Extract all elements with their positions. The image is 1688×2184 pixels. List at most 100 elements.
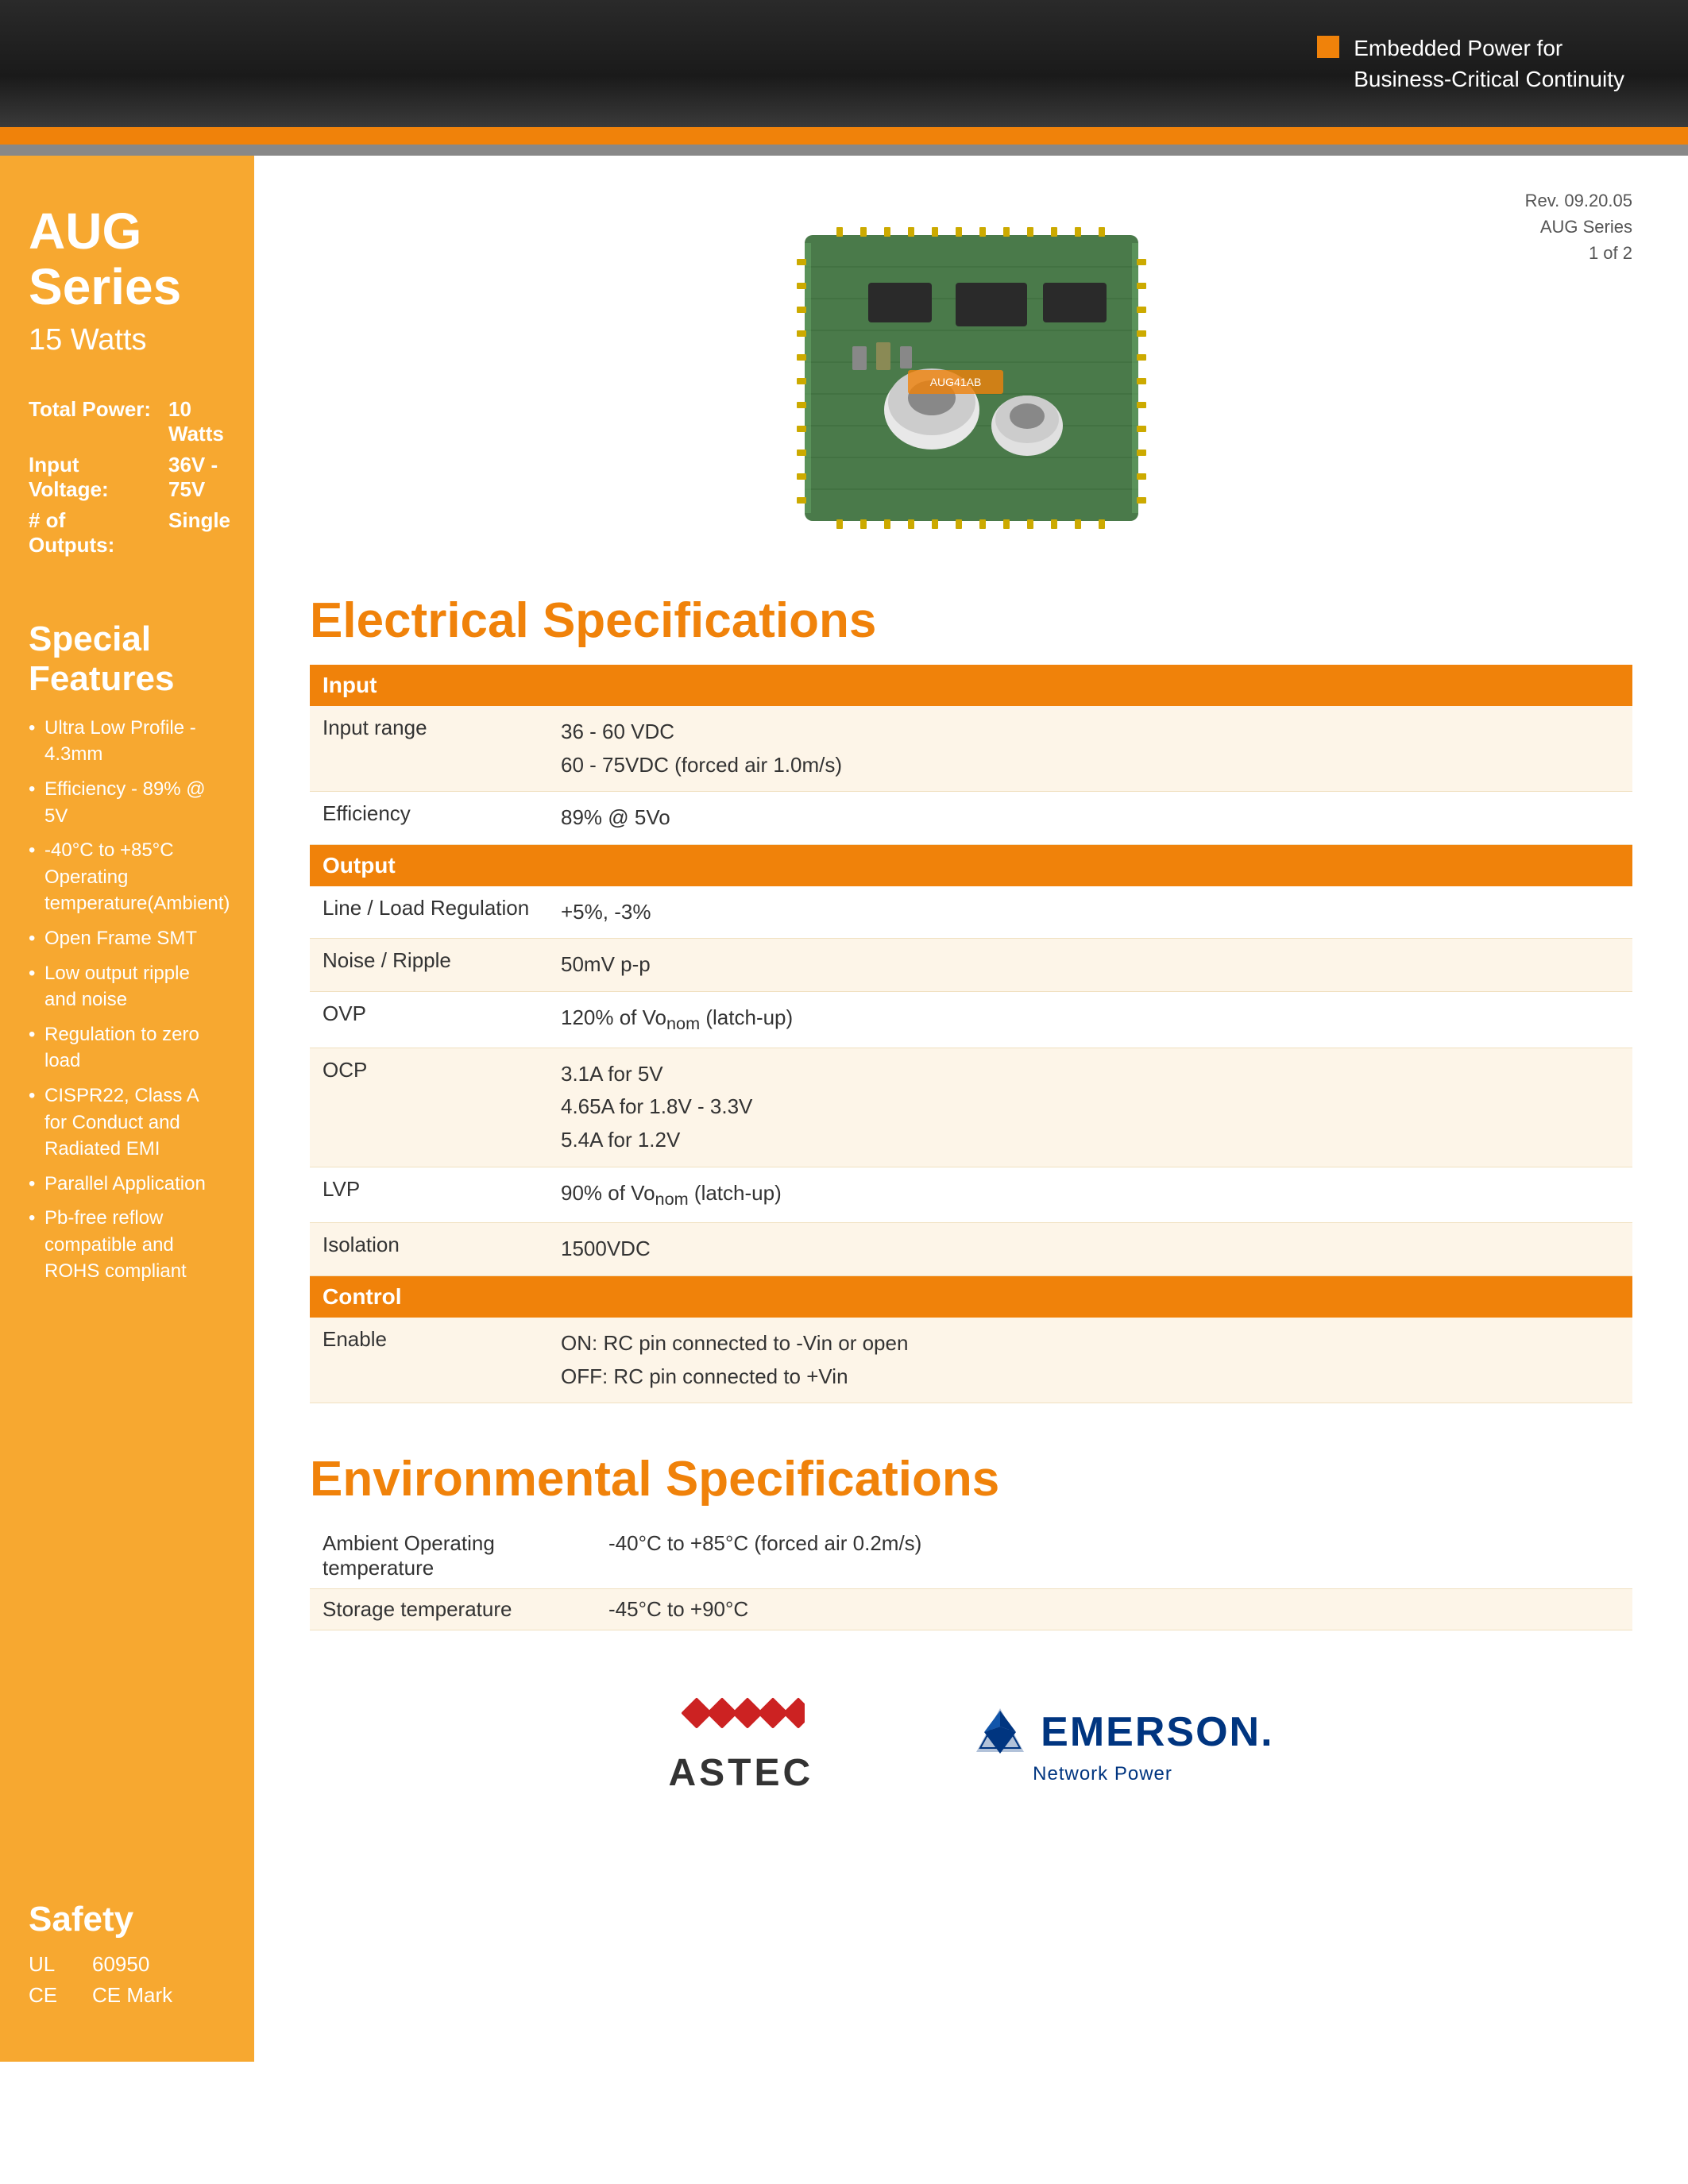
- pcb-image: AUG41AB: [773, 219, 1170, 537]
- features-list: Ultra Low Profile - 4.3mm Efficiency - 8…: [29, 715, 226, 1293]
- header-badge-text: Embedded Power for Business-Critical Con…: [1354, 33, 1624, 95]
- noise-ripple-value: 50mV p-p: [548, 939, 1632, 992]
- emerson-text: EMERSON.: [1041, 1708, 1273, 1756]
- input-header-row: Input: [310, 665, 1632, 706]
- sidebar-title: AUG Series: [29, 203, 226, 315]
- input-range-value: 36 - 60 VDC60 - 75VDC (forced air 1.0m/s…: [548, 706, 1632, 792]
- safety-label-ul: UL: [29, 1952, 68, 1977]
- sidebar-subtitle: 15 Watts: [29, 323, 226, 357]
- isolation-row: Isolation 1500VDC: [310, 1223, 1632, 1276]
- ocp-value: 3.1A for 5V4.65A for 1.8V - 3.3V5.4A for…: [548, 1048, 1632, 1167]
- feature-item: -40°C to +85°C Operating temperature(Amb…: [29, 837, 226, 917]
- header-bar: Embedded Power for Business-Critical Con…: [0, 0, 1688, 127]
- sidebar-specs: Total Power: 10 Watts Input Voltage: 36V…: [29, 397, 226, 564]
- emerson-top: EMERSON.: [972, 1704, 1273, 1760]
- lvp-row: LVP 90% of Vonom (latch-up): [310, 1167, 1632, 1223]
- astec-diamonds: [678, 1694, 805, 1742]
- feature-item: Regulation to zero load: [29, 1021, 226, 1075]
- safety-section: Safety UL 60950 CE CE Mark: [29, 1900, 226, 2014]
- electrical-specs-table: Input Input range 36 - 60 VDC60 - 75VDC …: [310, 665, 1632, 1403]
- emerson-subtitle: Network Power: [1033, 1763, 1172, 1785]
- electrical-specs-title: Electrical Specifications: [310, 592, 1632, 649]
- spec-label-voltage: Input Voltage:: [29, 453, 156, 502]
- line-load-param: Line / Load Regulation: [310, 886, 548, 939]
- efficiency-row: Efficiency 89% @ 5Vo: [310, 792, 1632, 845]
- orange-square-icon: [1317, 36, 1339, 58]
- astec-text: ASTEC: [668, 1751, 813, 1795]
- feature-item: Parallel Application: [29, 1171, 226, 1198]
- storage-temp-row: Storage temperature -45°C to +90°C: [310, 1589, 1632, 1630]
- spec-row-outputs: # of Outputs: Single: [29, 508, 226, 558]
- footer-logos: ASTEC EMERSON. Network Power: [310, 1694, 1632, 1827]
- input-range-row: Input range 36 - 60 VDC60 - 75VDC (force…: [310, 706, 1632, 792]
- safety-label-ce: CE: [29, 1983, 68, 2008]
- storage-temp-value: -45°C to +90°C: [596, 1589, 1632, 1630]
- enable-value: ON: RC pin connected to -Vin or openOFF:…: [548, 1318, 1632, 1403]
- safety-row-ce: CE CE Mark: [29, 1983, 226, 2008]
- input-range-param: Input range: [310, 706, 548, 792]
- astec-diamonds-svg: [678, 1694, 805, 1742]
- isolation-value: 1500VDC: [548, 1223, 1632, 1276]
- isolation-param: Isolation: [310, 1223, 548, 1276]
- header-badge: Embedded Power for Business-Critical Con…: [1317, 33, 1624, 95]
- emerson-icon: [972, 1704, 1028, 1760]
- noise-ripple-row: Noise / Ripple 50mV p-p: [310, 939, 1632, 992]
- input-header: Input: [310, 665, 1632, 706]
- rev-line1: Rev. 09.20.05: [1525, 187, 1632, 214]
- ocp-row: OCP 3.1A for 5V4.65A for 1.8V - 3.3V5.4A…: [310, 1048, 1632, 1167]
- enable-param: Enable: [310, 1318, 548, 1403]
- ovp-param: OVP: [310, 991, 548, 1048]
- spec-row-power: Total Power: 10 Watts: [29, 397, 226, 446]
- spec-label-outputs: # of Outputs:: [29, 508, 156, 558]
- env-specs-table: Ambient Operating temperature -40°C to +…: [310, 1523, 1632, 1630]
- noise-ripple-param: Noise / Ripple: [310, 939, 548, 992]
- content-area: Rev. 09.20.05 AUG Series 1 of 2: [254, 156, 1688, 2062]
- rev-line3: 1 of 2: [1525, 240, 1632, 266]
- lvp-value: 90% of Vonom (latch-up): [548, 1167, 1632, 1223]
- accent-bar: [0, 127, 1688, 145]
- ambient-temp-row: Ambient Operating temperature -40°C to +…: [310, 1523, 1632, 1589]
- line-load-row: Line / Load Regulation +5%, -3%: [310, 886, 1632, 939]
- feature-item: CISPR22, Class A for Conduct and Radiate…: [29, 1082, 226, 1163]
- svg-text:AUG41AB: AUG41AB: [929, 376, 981, 388]
- control-header-row: Control: [310, 1276, 1632, 1318]
- features-title: Special Features: [29, 619, 226, 699]
- ovp-value: 120% of Vonom (latch-up): [548, 991, 1632, 1048]
- rev-line2: AUG Series: [1525, 214, 1632, 240]
- line-load-value: +5%, -3%: [548, 886, 1632, 939]
- safety-value-ce: CE Mark: [92, 1983, 172, 2008]
- feature-item: Pb-free reflow compatible and ROHS compl…: [29, 1205, 226, 1285]
- control-header: Control: [310, 1276, 1632, 1318]
- output-header: Output: [310, 844, 1632, 886]
- ocp-param: OCP: [310, 1048, 548, 1167]
- storage-temp-param: Storage temperature: [310, 1589, 596, 1630]
- lvp-param: LVP: [310, 1167, 548, 1223]
- efficiency-param: Efficiency: [310, 792, 548, 845]
- spec-value-power: 10 Watts: [168, 397, 226, 446]
- ovp-row: OVP 120% of Vonom (latch-up): [310, 991, 1632, 1048]
- gray-bar: [0, 145, 1688, 156]
- feature-item: Open Frame SMT: [29, 925, 226, 952]
- spec-value-outputs: Single: [168, 508, 230, 558]
- efficiency-value: 89% @ 5Vo: [548, 792, 1632, 845]
- ambient-temp-value: -40°C to +85°C (forced air 0.2m/s): [596, 1523, 1632, 1589]
- safety-title: Safety: [29, 1900, 226, 1939]
- product-image-area: AUG41AB: [310, 211, 1632, 545]
- astec-logo: ASTEC: [668, 1694, 813, 1795]
- enable-row: Enable ON: RC pin connected to -Vin or o…: [310, 1318, 1632, 1403]
- spec-value-voltage: 36V - 75V: [168, 453, 226, 502]
- spec-label-power: Total Power:: [29, 397, 156, 446]
- main-layout: AUG Series 15 Watts Total Power: 10 Watt…: [0, 156, 1688, 2062]
- feature-item: Ultra Low Profile - 4.3mm: [29, 715, 226, 768]
- rev-info: Rev. 09.20.05 AUG Series 1 of 2: [1525, 187, 1632, 266]
- ambient-temp-param: Ambient Operating temperature: [310, 1523, 596, 1589]
- safety-row-ul: UL 60950: [29, 1952, 226, 1977]
- feature-item: Efficiency - 89% @ 5V: [29, 776, 226, 829]
- output-header-row: Output: [310, 844, 1632, 886]
- feature-item: Low output ripple and noise: [29, 960, 226, 1013]
- env-specs-title: Environmental Specifications: [310, 1451, 1632, 1507]
- emerson-logo: EMERSON. Network Power: [972, 1704, 1273, 1785]
- spec-row-voltage: Input Voltage: 36V - 75V: [29, 453, 226, 502]
- safety-value-ul: 60950: [92, 1952, 149, 1977]
- sidebar: AUG Series 15 Watts Total Power: 10 Watt…: [0, 156, 254, 2062]
